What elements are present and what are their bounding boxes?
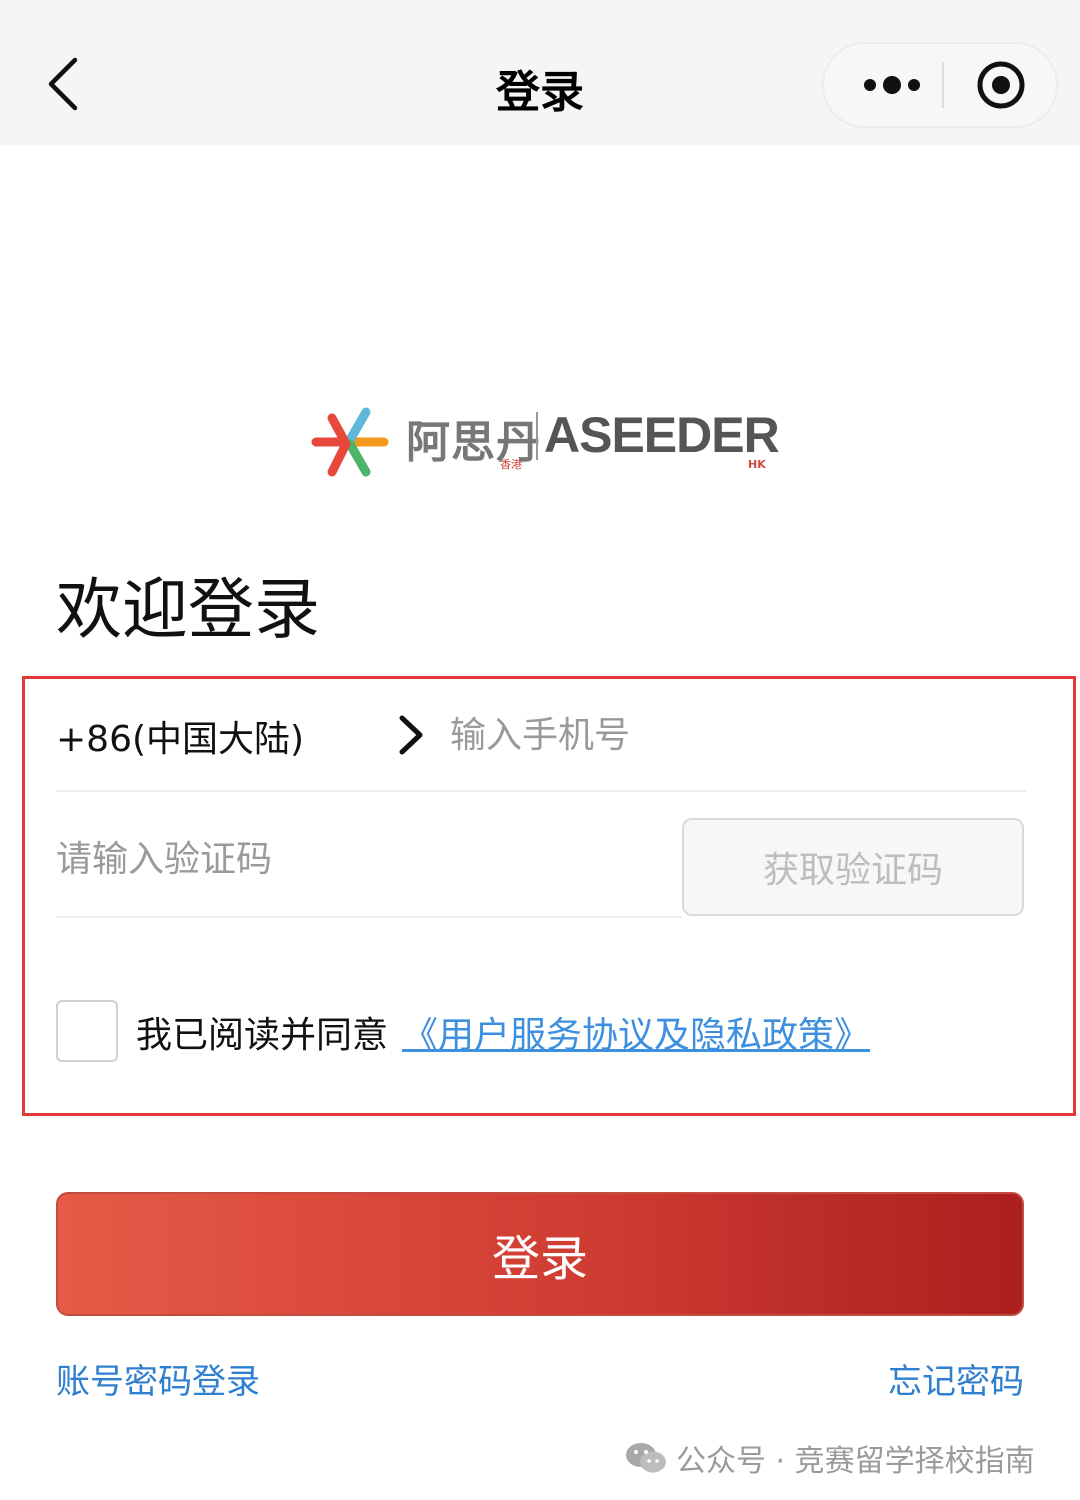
- verification-code-row: [56, 816, 682, 918]
- agree-checkbox[interactable]: [56, 1000, 118, 1062]
- phone-row: +86(中国大陆): [56, 690, 1026, 792]
- password-login-link[interactable]: 账号密码登录: [56, 1354, 260, 1403]
- welcome-title: 欢迎登录: [56, 571, 320, 648]
- terms-link[interactable]: 《用户服务协议及隐私政策》: [402, 1006, 870, 1058]
- watermark-text: 公众号 · 竞赛留学择校指南: [676, 1444, 1035, 1479]
- agree-text: 我已阅读并同意: [136, 1015, 389, 1056]
- watermark: 公众号 · 竞赛留学择校指南: [624, 1436, 1064, 1480]
- capsule-divider: [942, 62, 944, 108]
- logo-mark-icon: [311, 407, 389, 477]
- chevron-right-icon[interactable]: [390, 712, 430, 758]
- verification-code-input[interactable]: [56, 826, 656, 892]
- logo-en-sub: HK: [748, 458, 766, 471]
- logo-cn-sub: 香港: [500, 458, 522, 471]
- target-close-icon: [977, 61, 1025, 109]
- more-dots-icon: [864, 76, 920, 94]
- phone-input[interactable]: [450, 702, 1010, 768]
- wechat-icon: [626, 1443, 666, 1473]
- logo-separator: [536, 412, 538, 460]
- brand-logo: 阿思丹 香港 ASEEDER HK: [310, 398, 780, 484]
- nav-bar: 登录: [0, 0, 1080, 145]
- close-button[interactable]: [946, 44, 1056, 126]
- country-code-selector[interactable]: +86(中国大陆): [56, 710, 304, 762]
- more-button[interactable]: [842, 44, 942, 126]
- get-code-button[interactable]: 获取验证码: [682, 818, 1024, 916]
- logo-en-name: ASEEDER: [544, 407, 780, 463]
- agreement-row: 我已阅读并同意 《用户服务协议及隐私政策》: [56, 998, 1016, 1066]
- login-button[interactable]: 登录: [56, 1192, 1024, 1316]
- mini-program-capsule: [822, 42, 1058, 128]
- forgot-password-link[interactable]: 忘记密码: [888, 1354, 1024, 1403]
